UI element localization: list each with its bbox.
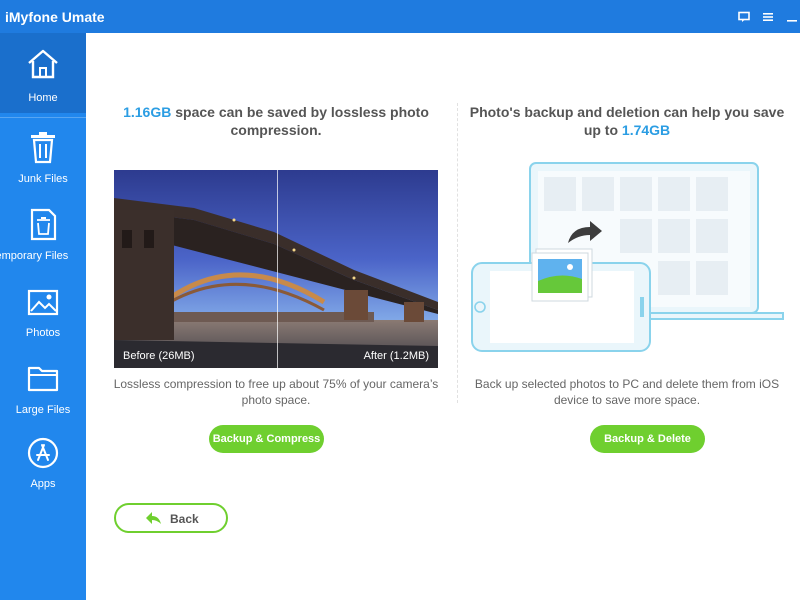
temp-files-icon [25, 206, 61, 242]
sidebar-item-temporary-files[interactable]: Temporary Files [0, 201, 86, 281]
title-bar: iMyfone Umate [0, 0, 800, 33]
apps-icon [25, 435, 61, 471]
compression-description-line1: Lossless compression to free up about 75… [113, 377, 439, 391]
photos-icon [25, 284, 61, 320]
sidebar-item-label: Junk Files [18, 173, 68, 185]
before-after-divider [277, 170, 278, 368]
after-size-label: After (1.2MB) [363, 350, 429, 362]
backup-illustration [468, 161, 788, 356]
sidebar-item-home[interactable]: Home [0, 33, 86, 113]
menu-icon[interactable] [762, 10, 774, 22]
backup-compress-button[interactable]: Backup & Compress [209, 425, 324, 453]
backup-description: Back up selected photos to PC and delete… [457, 376, 797, 408]
back-button-label: Back [170, 512, 199, 526]
compression-preview-image: Before (26MB) After (1.2MB) [114, 170, 438, 368]
sidebar-item-label: Apps [30, 478, 56, 490]
sidebar-item-label: Temporary Files [0, 250, 69, 262]
compression-headline: 1.16GB space can be saved by lossless ph… [106, 103, 446, 139]
compression-description: Lossless compression to free up about 75… [106, 376, 446, 408]
sidebar-item-label: Home [28, 92, 58, 104]
sidebar-item-large-files[interactable]: Large Files [0, 356, 86, 436]
sidebar-item-photos[interactable]: Photos [0, 279, 86, 359]
back-button[interactable]: Back [114, 503, 228, 533]
window-controls [738, 7, 800, 25]
backup-description-line1: Back up selected photos to PC and delete… [474, 377, 780, 391]
backup-delete-headline: Photo's backup and deletion can help you… [457, 103, 797, 139]
compression-headline-text: space can be saved by lossless photo [171, 104, 429, 120]
sidebar: Home Junk Files Temporary Files Photos L… [0, 33, 86, 600]
compression-description-line2: photo space. [241, 393, 311, 407]
home-icon [25, 46, 61, 82]
folder-icon [25, 360, 61, 396]
main-content: 1.16GB space can be saved by lossless ph… [86, 33, 800, 600]
backup-description-line2: device to save more space. [553, 393, 701, 407]
sidebar-item-label: Photos [25, 327, 61, 339]
back-arrow-icon [144, 510, 162, 526]
compression-headline-text-2: compression. [230, 122, 322, 138]
backup-delete-button[interactable]: Backup & Delete [590, 425, 705, 453]
backup-headline-text: Photo's backup and deletion can help you… [469, 104, 785, 120]
backup-headline-text-2: up to [583, 122, 622, 138]
app-title: iMyfone Umate [5, 9, 105, 25]
sidebar-divider [0, 117, 86, 118]
sidebar-item-apps[interactable]: Apps [0, 433, 86, 513]
minimize-icon[interactable] [786, 10, 798, 22]
before-size-label: Before (26MB) [123, 350, 195, 362]
feedback-icon[interactable] [738, 10, 750, 22]
backup-savings-value: 1.74GB [621, 122, 671, 138]
trash-icon [25, 129, 61, 165]
compression-savings-value: 1.16GB [123, 104, 172, 120]
sidebar-item-label: Large Files [15, 404, 71, 416]
panel-divider [457, 103, 458, 403]
sidebar-item-junk-files[interactable]: Junk Files [0, 123, 86, 203]
